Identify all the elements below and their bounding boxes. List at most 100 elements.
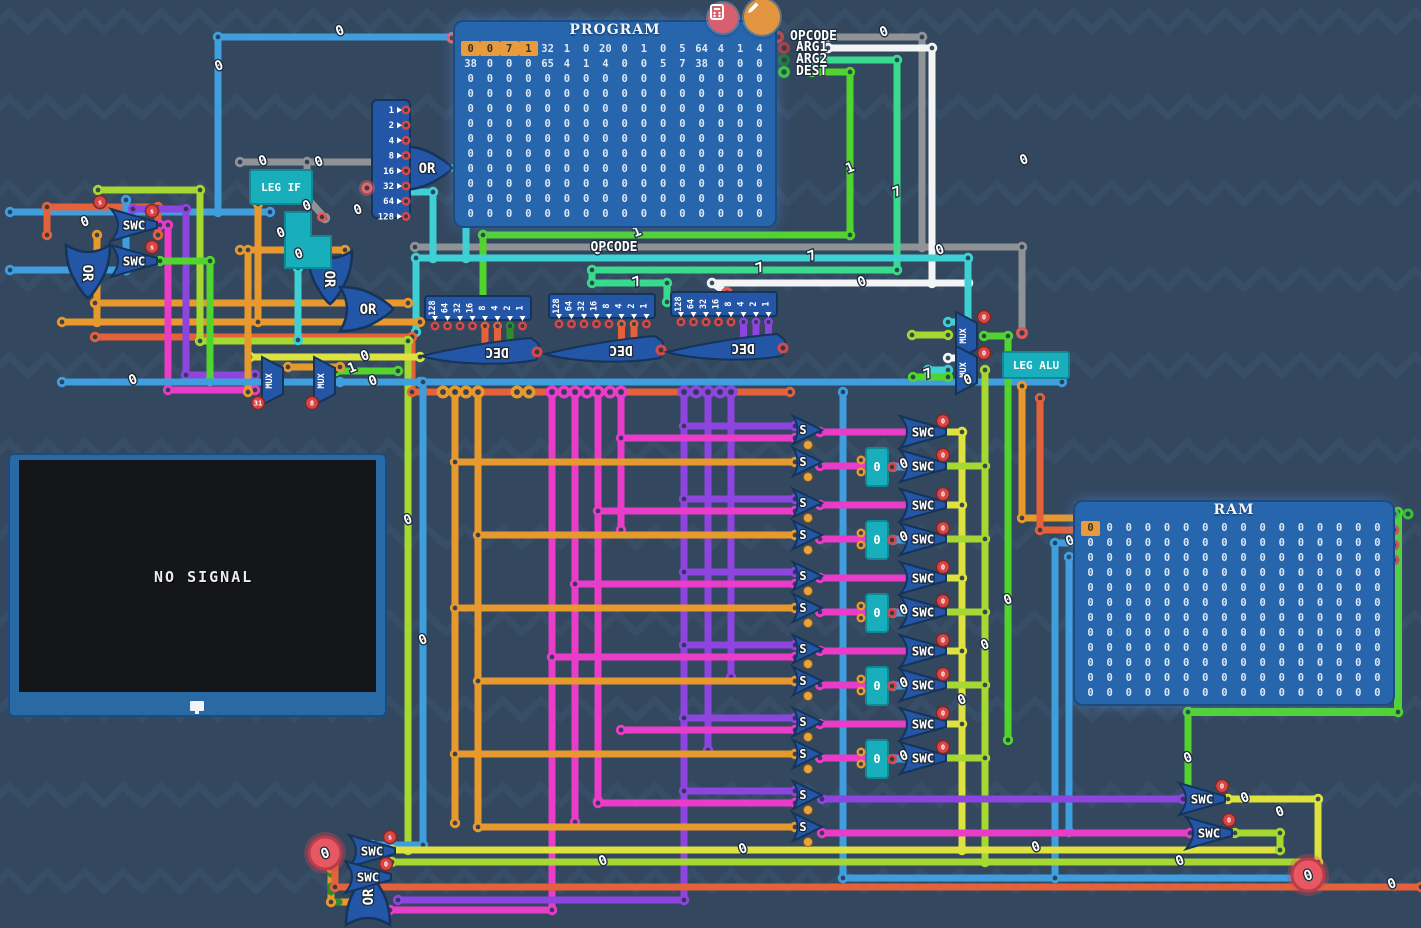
program-cell[interactable]: 0 [557, 147, 576, 162]
program-cell[interactable]: 0 [615, 101, 634, 116]
program-cell[interactable]: 0 [711, 56, 730, 71]
program-cell[interactable]: 0 [673, 101, 692, 116]
program-cell[interactable]: 0 [711, 177, 730, 192]
program-cell[interactable]: 0 [673, 177, 692, 192]
program-cell[interactable]: 0 [615, 131, 634, 146]
program-cell[interactable]: 0 [500, 192, 519, 207]
program-cell[interactable]: 0 [673, 162, 692, 177]
program-cell[interactable]: 0 [480, 147, 499, 162]
program-cell[interactable]: 0 [711, 116, 730, 131]
program-cell[interactable]: 0 [731, 116, 750, 131]
program-cell[interactable]: 0 [711, 147, 730, 162]
program-cell[interactable]: 0 [538, 131, 557, 146]
program-cell[interactable]: 0 [461, 192, 480, 207]
program-cell[interactable]: 1 [634, 41, 653, 56]
program-cell[interactable]: 0 [461, 177, 480, 192]
program-cell[interactable]: 0 [480, 101, 499, 116]
switch-dot[interactable] [804, 765, 813, 774]
program-cell[interactable]: 0 [480, 131, 499, 146]
program-cell[interactable]: 0 [557, 71, 576, 86]
switch-dot[interactable] [804, 546, 813, 555]
program-cell[interactable]: 0 [557, 177, 576, 192]
program-cell[interactable]: 0 [500, 147, 519, 162]
program-cell[interactable]: 1 [557, 41, 576, 56]
program-cell[interactable]: 0 [596, 86, 615, 101]
program-cell[interactable]: 0 [711, 162, 730, 177]
program-cell[interactable]: 1 [577, 56, 596, 71]
program-cell[interactable]: 0 [577, 131, 596, 146]
program-cell[interactable]: 0 [596, 101, 615, 116]
program-memory[interactable]: PROGRAM 00713210200105644143800065414005… [455, 22, 775, 226]
program-cell[interactable]: 0 [480, 71, 499, 86]
program-cell[interactable]: 0 [673, 86, 692, 101]
program-cell[interactable]: 0 [461, 116, 480, 131]
program-cell[interactable]: 64 [692, 41, 711, 56]
program-cell[interactable]: 0 [750, 177, 769, 192]
program-cell[interactable]: 0 [673, 192, 692, 207]
program-cell[interactable]: 0 [654, 116, 673, 131]
program-cell[interactable]: 0 [500, 177, 519, 192]
program-cell[interactable]: 5 [673, 41, 692, 56]
switch-dot[interactable] [804, 733, 813, 742]
program-cell[interactable]: 0 [480, 116, 499, 131]
program-cell[interactable]: 0 [519, 192, 538, 207]
program-cell[interactable]: 0 [538, 177, 557, 192]
program-cell[interactable]: 0 [461, 41, 480, 56]
program-cell[interactable]: 0 [673, 71, 692, 86]
program-cell[interactable]: 0 [654, 192, 673, 207]
program-cell[interactable]: 0 [577, 71, 596, 86]
program-cell[interactable]: 0 [731, 56, 750, 71]
program-cell[interactable]: 0 [500, 86, 519, 101]
program-cell[interactable]: 0 [615, 162, 634, 177]
program-cell[interactable]: 0 [731, 162, 750, 177]
program-cell[interactable]: 0 [577, 147, 596, 162]
program-cell[interactable]: 0 [654, 86, 673, 101]
program-cell[interactable]: 0 [673, 116, 692, 131]
program-cell[interactable]: 0 [519, 116, 538, 131]
program-cell[interactable]: 0 [692, 101, 711, 116]
program-cell[interactable]: 0 [519, 162, 538, 177]
program-cell[interactable]: 0 [577, 207, 596, 222]
program-cell[interactable]: 0 [711, 207, 730, 222]
program-cell[interactable]: 0 [596, 131, 615, 146]
program-cell[interactable]: 4 [557, 56, 576, 71]
program-cell[interactable]: 32 [538, 41, 557, 56]
program-cell[interactable]: 0 [615, 41, 634, 56]
program-cell[interactable]: 0 [692, 116, 711, 131]
program-cell[interactable]: 0 [692, 131, 711, 146]
program-cell[interactable]: 0 [577, 86, 596, 101]
switch-dot[interactable] [804, 441, 813, 450]
program-cell[interactable]: 0 [461, 147, 480, 162]
program-cell[interactable]: 0 [480, 177, 499, 192]
program-cell[interactable]: 0 [480, 41, 499, 56]
program-cell[interactable]: 0 [654, 177, 673, 192]
program-cell[interactable]: 0 [711, 71, 730, 86]
program-cell[interactable]: 0 [731, 207, 750, 222]
program-cell[interactable]: 0 [634, 71, 653, 86]
program-cell[interactable]: 0 [519, 71, 538, 86]
program-cell[interactable]: 0 [673, 147, 692, 162]
program-cell[interactable]: 38 [692, 56, 711, 71]
program-cell[interactable]: 20 [596, 41, 615, 56]
program-cell[interactable]: 0 [750, 131, 769, 146]
program-cell[interactable]: 0 [557, 116, 576, 131]
switch-dot[interactable] [804, 838, 813, 847]
program-cell[interactable]: 0 [634, 86, 653, 101]
program-cell[interactable]: 0 [692, 162, 711, 177]
program-cell[interactable]: 0 [596, 162, 615, 177]
program-cell[interactable]: 0 [557, 86, 576, 101]
program-cell[interactable]: 0 [519, 131, 538, 146]
program-cell[interactable]: 0 [731, 147, 750, 162]
program-cell[interactable]: 0 [500, 56, 519, 71]
program-cell[interactable]: 0 [500, 131, 519, 146]
program-cell[interactable]: 0 [634, 177, 653, 192]
program-cell[interactable]: 0 [480, 162, 499, 177]
program-cell[interactable]: 0 [615, 192, 634, 207]
switch-dot[interactable] [804, 619, 813, 628]
program-cell[interactable]: 38 [461, 56, 480, 71]
program-cell[interactable]: 0 [692, 86, 711, 101]
program-cell[interactable]: 0 [577, 116, 596, 131]
program-cell[interactable]: 0 [577, 41, 596, 56]
program-cell[interactable]: 0 [596, 147, 615, 162]
switch-dot[interactable] [804, 660, 813, 669]
